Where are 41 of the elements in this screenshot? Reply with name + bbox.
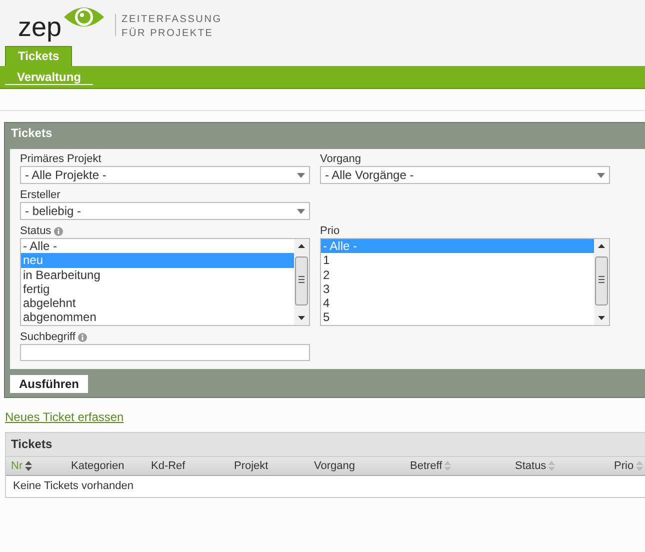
field-label: Status [20,224,52,238]
list-option[interactable]: abgenommen [21,310,294,325]
caret-icon [597,172,605,178]
list-option[interactable]: in Bearbeitung [21,268,294,282]
new-ticket-link[interactable]: Neues Ticket erfassen [5,410,124,424]
list-option[interactable]: 4 [321,296,594,310]
column-header: Projekt [234,460,268,472]
table-title: Tickets [6,433,645,456]
column-header[interactable]: Status [515,460,546,472]
column-header: Kd-Ref [151,460,186,472]
list-option[interactable]: - Alle - [21,239,294,254]
field-label: Suchbegriff [20,330,76,344]
panel-title: Tickets [10,125,54,142]
multi-select-list[interactable]: - Alle - neu in Bearbeitung fertig abgelehnt abgenommen [20,238,310,326]
logo-wordmark: zep [18,13,62,41]
list-option[interactable]: 2 [321,268,594,282]
list-option[interactable]: 5 [321,310,594,325]
list-option[interactable]: 1 [321,253,594,268]
caret-icon [297,208,305,214]
logo-tagline: FÜR PROJEKTE [122,27,214,41]
column-header[interactable]: Betreff [410,460,442,472]
list-option[interactable]: fertig [21,282,294,296]
sort-icon[interactable] [24,461,32,471]
column-header: Vorgang [314,460,355,472]
multi-select-list[interactable]: - Alle - 1 2 3 4 5 [320,238,610,326]
column-header[interactable]: Prio [614,460,634,472]
field-label: Vorgang [320,152,362,166]
field-label: Primäres Projekt [20,152,102,166]
project-select[interactable]: - Alle Projekte - [20,166,310,184]
process-select[interactable]: - Alle Vorgänge - [320,166,610,184]
column-header: Kategorien [71,460,124,472]
list-option[interactable]: 3 [321,282,594,296]
creator-select[interactable]: - beliebig - [20,202,310,220]
caret-icon [297,172,305,178]
list-option[interactable]: abgelehnt [21,296,294,310]
field-label: Prio [320,224,340,238]
logo-tagline: ZEITERFASSUNG [122,13,222,27]
search-field[interactable] [20,344,310,361]
field-label: Ersteller [20,188,62,202]
submit-button[interactable]: Ausführen [10,375,88,393]
empty-message: Keine Tickets vorhanden [12,479,134,494]
